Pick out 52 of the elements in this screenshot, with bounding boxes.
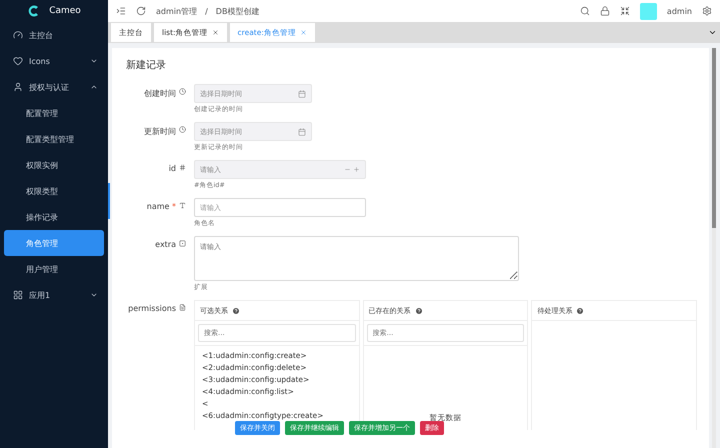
square-icon — [179, 240, 186, 247]
field-label: name * — [146, 202, 176, 211]
sidebar-item[interactable]: 权限类型 — [4, 178, 104, 204]
breadcrumb-item[interactable]: DB模型创建 — [216, 6, 260, 16]
settings-icon — [702, 6, 712, 16]
avatar[interactable] — [640, 2, 657, 20]
sidebar-item[interactable]: 配置管理 — [4, 100, 104, 126]
form-title: 新建记录 — [126, 58, 167, 72]
sidebar-item[interactable]: 应用1 — [4, 282, 104, 308]
help-icon — [414, 306, 423, 314]
document-icon — [179, 304, 186, 311]
field-label: id — [168, 164, 176, 173]
close-icon — [212, 29, 219, 36]
text-type-icon — [179, 202, 186, 209]
sidebar-item[interactable]: 授权与认证 — [4, 74, 104, 100]
lock-icon — [600, 6, 610, 16]
breadcrumb-item[interactable]: admin管理 — [156, 6, 198, 16]
calendar-icon — [298, 128, 306, 136]
brand-name: Cameo — [49, 6, 81, 16]
breadcrumb-separator: / — [205, 6, 208, 16]
grid-icon — [13, 290, 23, 300]
sidebar-item[interactable]: Icons — [4, 48, 104, 74]
heart-icon — [13, 56, 23, 66]
sidebar-item[interactable]: 主控台 — [4, 22, 104, 48]
field-label: 更新时间 — [144, 126, 176, 137]
sidebar-item[interactable]: 配置类型管理 — [4, 126, 104, 152]
sidebar-item[interactable]: 权限实例 — [4, 152, 104, 178]
chevron-up-icon — [90, 83, 98, 91]
chevron-down-icon — [90, 291, 98, 299]
menu-icon — [116, 6, 126, 16]
shrink-icon — [620, 6, 630, 16]
field-label: permissions — [128, 304, 176, 313]
search-icon — [580, 6, 590, 16]
help-icon — [232, 306, 240, 314]
field-label: extra — [155, 240, 176, 249]
field-label: 创建时间 — [144, 88, 176, 99]
user-icon — [13, 82, 23, 92]
gauge-icon — [13, 30, 23, 40]
minus-icon — [344, 166, 351, 173]
active-indicator — [108, 183, 110, 219]
clock-icon — [179, 126, 186, 133]
chevron-down-icon — [90, 57, 98, 65]
close-icon — [300, 29, 307, 36]
sidebar-item[interactable]: 用户管理 — [4, 256, 104, 282]
calendar-icon — [298, 90, 306, 98]
help-icon — [576, 306, 584, 314]
refresh-icon — [136, 6, 146, 16]
sidebar-item[interactable]: 操作记录 — [4, 204, 104, 230]
hash-icon — [179, 164, 186, 171]
user-name[interactable]: admin — [666, 6, 692, 16]
plus-icon — [353, 166, 360, 173]
clock-icon — [179, 88, 186, 95]
